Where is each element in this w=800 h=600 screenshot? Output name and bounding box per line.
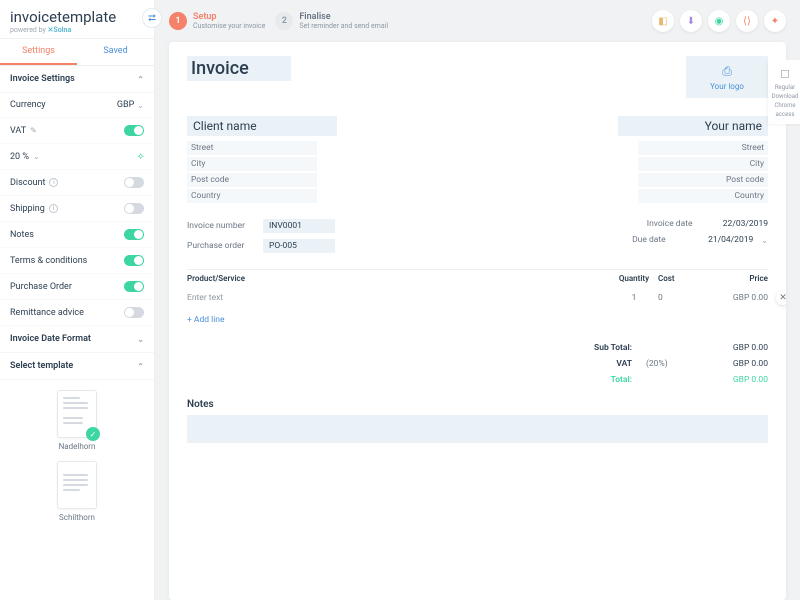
toggle-remittance[interactable] — [124, 307, 144, 318]
code-icon[interactable]: ⟨⟩ — [736, 10, 758, 32]
setting-remittance: Remittance advice — [0, 300, 154, 326]
sidebar: invoicetemplate powered by ✕Solna ⮂ Sett… — [0, 0, 155, 600]
section-select-template[interactable]: Select template⌃ — [0, 353, 154, 380]
info-icon[interactable]: i — [49, 204, 58, 213]
template-nadelhorn[interactable]: ✓ Nadelhorn — [57, 390, 97, 451]
steps: 1 SetupCustomise your invoice 2 Finalise… — [169, 12, 388, 30]
notes-label: Notes — [187, 399, 768, 410]
invoice-date-label: Invoice date — [647, 219, 715, 229]
chevron-down-icon: ⌄ — [137, 101, 144, 110]
invoice-number-label: Invoice number — [187, 221, 255, 231]
tab-saved[interactable]: Saved — [77, 39, 154, 65]
your-country-input[interactable]: Country — [638, 189, 768, 203]
step-setup[interactable]: 1 SetupCustomise your invoice — [169, 12, 265, 30]
toggle-shipping[interactable] — [124, 203, 144, 214]
setting-po: Purchase Order — [0, 274, 154, 300]
setting-currency[interactable]: Currency GBP⌄ — [0, 93, 154, 118]
upload-icon: ⎙ — [722, 64, 732, 79]
po-input[interactable]: PO-005 — [263, 239, 335, 253]
invoice-document: Invoice ⎙ Your logo Client name Street C… — [169, 42, 786, 600]
template-schilthorn[interactable]: Schilthorn — [57, 461, 97, 522]
section-date-format[interactable]: Invoice Date Format⌄ — [0, 326, 154, 353]
setting-vat: VAT✎ — [0, 118, 154, 144]
info-icon[interactable]: i — [49, 178, 58, 187]
line-price: GBP 0.00 — [700, 293, 768, 303]
settings-icon[interactable]: ✦ — [764, 10, 786, 32]
client-name-input[interactable]: Client name — [187, 116, 337, 136]
toggle-discount[interactable] — [124, 177, 144, 188]
client-city-input[interactable]: City — [187, 157, 317, 171]
notes-input[interactable] — [187, 415, 768, 443]
check-icon: ✓ — [86, 427, 100, 441]
line-qty-input[interactable]: 1 — [610, 293, 658, 303]
main: 1 SetupCustomise your invoice 2 Finalise… — [155, 0, 800, 600]
add-line-button[interactable]: + Add line — [187, 309, 768, 331]
setting-terms: Terms & conditions — [0, 248, 154, 274]
client-block: Client name Street City Post code Countr… — [187, 116, 469, 205]
toggle-po[interactable] — [124, 281, 144, 292]
your-street-input[interactable]: Street — [638, 141, 768, 155]
client-street-input[interactable]: Street — [187, 141, 317, 155]
chevron-up-icon: ⌃ — [137, 75, 144, 84]
your-postcode-input[interactable]: Post code — [638, 173, 768, 187]
logo-area: invoicetemplate powered by ✕Solna ⮂ — [0, 0, 154, 39]
edit-icon[interactable]: ✎ — [30, 126, 37, 135]
invoice-title[interactable]: Invoice — [187, 56, 291, 81]
due-date-value[interactable]: 21/04/2019 — [708, 235, 753, 245]
topbar: 1 SetupCustomise your invoice 2 Finalise… — [169, 10, 786, 32]
tag-icon: ⟡ — [137, 151, 144, 162]
chevron-down-icon[interactable]: ⌄ — [761, 236, 768, 245]
your-name-input[interactable]: Your name — [618, 116, 768, 136]
client-country-input[interactable]: Country — [187, 189, 317, 203]
po-label: Purchase order — [187, 241, 255, 251]
pdf-icon[interactable]: ◧ — [652, 10, 674, 32]
line-cost-input[interactable]: 0 — [658, 293, 700, 303]
setting-vat-percent[interactable]: 20 %⌄ ⟡ — [0, 144, 154, 170]
chevron-down-icon: ⌄ — [137, 335, 144, 344]
powered-by: powered by ✕Solna — [10, 26, 144, 34]
setting-notes: Notes — [0, 222, 154, 248]
side-panel[interactable]: ◻ RegularDownloadChromeaccess — [768, 60, 800, 124]
line-items-header: Product/Service Quantity Cost Price — [187, 269, 768, 287]
chevron-up-icon: ⌃ — [137, 362, 144, 371]
invoice-date-value[interactable]: 22/03/2019 — [723, 219, 768, 229]
template-list: ✓ Nadelhorn Schilthorn — [0, 380, 154, 532]
your-city-input[interactable]: City — [638, 157, 768, 171]
setting-shipping: Shippingi — [0, 196, 154, 222]
your-block: Your name Street City Post code Country — [487, 116, 769, 205]
sidebar-tabs: Settings Saved — [0, 39, 154, 66]
your-logo-upload[interactable]: ⎙ Your logo — [686, 56, 768, 98]
invoice-number-input[interactable]: INV0001 — [263, 219, 335, 233]
due-date-label: Due date — [632, 235, 700, 245]
download-icon[interactable]: ⬇ — [680, 10, 702, 32]
setting-discount: Discounti — [0, 170, 154, 196]
tab-settings[interactable]: Settings — [0, 39, 77, 65]
section-invoice-settings[interactable]: Invoice Settings⌃ — [0, 66, 154, 93]
line-product-input[interactable]: Enter text — [187, 293, 610, 303]
line-item-row: Enter text 1 0 GBP 0.00 ✕ — [187, 287, 768, 309]
app-logo: invoicetemplate — [10, 8, 144, 26]
toggle-terms[interactable] — [124, 255, 144, 266]
client-postcode-input[interactable]: Post code — [187, 173, 317, 187]
bookmark-icon: ◻ — [780, 66, 790, 80]
action-icons: ◧ ⬇ ◉ ⟨⟩ ✦ — [652, 10, 786, 32]
toggle-vat[interactable] — [124, 125, 144, 136]
step-finalise[interactable]: 2 FinaliseSet reminder and send email — [275, 12, 388, 30]
toggle-notes[interactable] — [124, 229, 144, 240]
remove-line-button[interactable]: ✕ — [776, 291, 786, 305]
totals: Sub Total:GBP 0.00 VAT(20%)GBP 0.00 Tota… — [187, 343, 768, 385]
preview-icon[interactable]: ◉ — [708, 10, 730, 32]
